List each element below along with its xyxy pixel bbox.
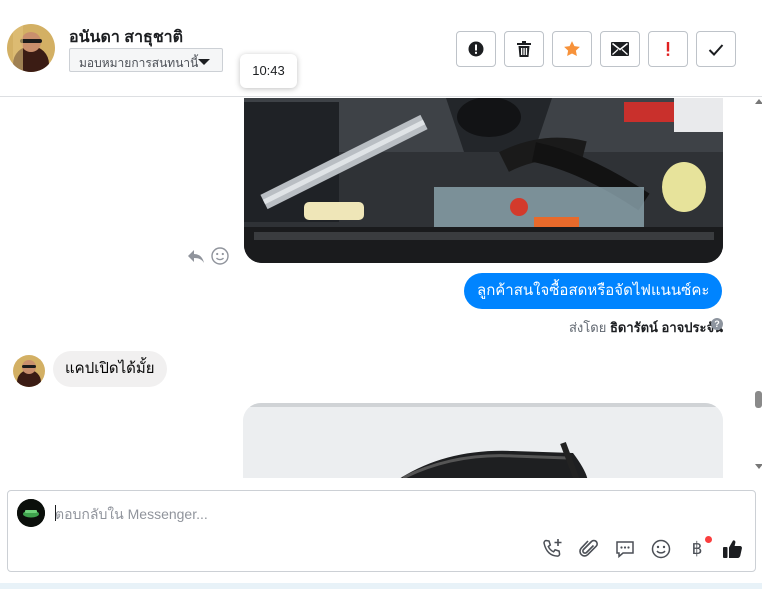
mark-spam-button[interactable] bbox=[456, 31, 496, 67]
assign-conversation-label: มอบหมายการสนทนานี้ bbox=[79, 56, 199, 70]
mark-unread-button[interactable] bbox=[600, 31, 640, 67]
star-icon bbox=[563, 40, 581, 58]
engine-bay-photo[interactable] bbox=[244, 98, 723, 263]
sent-by-prefix: ส่งโดย bbox=[569, 320, 607, 335]
react-emoji-icon[interactable] bbox=[211, 247, 229, 270]
notification-dot bbox=[705, 536, 712, 543]
vehicle-roof-rack-photo[interactable] bbox=[243, 403, 723, 478]
spam-icon bbox=[468, 41, 484, 57]
help-icon[interactable]: ? bbox=[711, 318, 723, 330]
delete-button[interactable] bbox=[504, 31, 544, 67]
chevron-down-icon bbox=[198, 59, 210, 65]
saved-replies-icon[interactable] bbox=[613, 537, 637, 561]
scroll-up-arrow[interactable] bbox=[755, 99, 762, 104]
reply-input[interactable] bbox=[55, 503, 655, 525]
timestamp-tooltip: 10:43 bbox=[240, 54, 297, 88]
sent-by-line: ส่งโดย ธิดารัตน์ อาจประจัน bbox=[569, 317, 723, 338]
trash-icon bbox=[517, 41, 531, 57]
contact-avatar[interactable] bbox=[7, 24, 55, 72]
incoming-message[interactable]: แคปเปิดได้มั้ย bbox=[53, 351, 167, 387]
mark-done-button[interactable] bbox=[696, 31, 736, 67]
bottom-strip bbox=[0, 583, 762, 589]
mark-important-button[interactable] bbox=[648, 31, 688, 67]
contact-avatar-small[interactable] bbox=[13, 355, 45, 387]
attachment-icon[interactable] bbox=[577, 537, 601, 561]
conversation-header: อนันดา สาธุชาติ มอบหมายการสนทนานี้ 10:43 bbox=[0, 0, 762, 97]
emoji-icon[interactable] bbox=[649, 537, 673, 561]
check-icon bbox=[708, 43, 724, 56]
reply-icon[interactable] bbox=[187, 248, 205, 269]
sent-by-name[interactable]: ธิดารัตน์ อาจประจัน bbox=[610, 320, 723, 335]
mail-icon bbox=[611, 42, 629, 56]
important-icon bbox=[665, 41, 671, 57]
call-icon[interactable] bbox=[541, 537, 565, 561]
outgoing-message[interactable]: ลูกค้าสนใจซื้อสดหรือจัดไฟแนนซ์คะ bbox=[464, 273, 723, 309]
scroll-down-arrow[interactable] bbox=[755, 464, 762, 469]
messenger-conversation: อนันดา สาธุชาติ มอบหมายการสนทนานี้ 10:43 bbox=[0, 0, 762, 589]
text-cursor bbox=[55, 505, 56, 521]
star-button[interactable] bbox=[552, 31, 592, 67]
scrollbar-thumb[interactable] bbox=[755, 391, 762, 408]
contact-name[interactable]: อนันดา สาธุชาติ bbox=[69, 25, 183, 50]
assign-conversation-button[interactable]: มอบหมายการสนทนานี้ bbox=[69, 48, 223, 72]
page-avatar bbox=[17, 499, 45, 527]
message-thread[interactable]: ลูกค้าสนใจซื้อสดหรือจัดไฟแนนซ์คะ ส่งโดย … bbox=[0, 98, 762, 478]
like-icon[interactable] bbox=[721, 537, 745, 561]
message-composer: ฿ bbox=[7, 490, 756, 572]
